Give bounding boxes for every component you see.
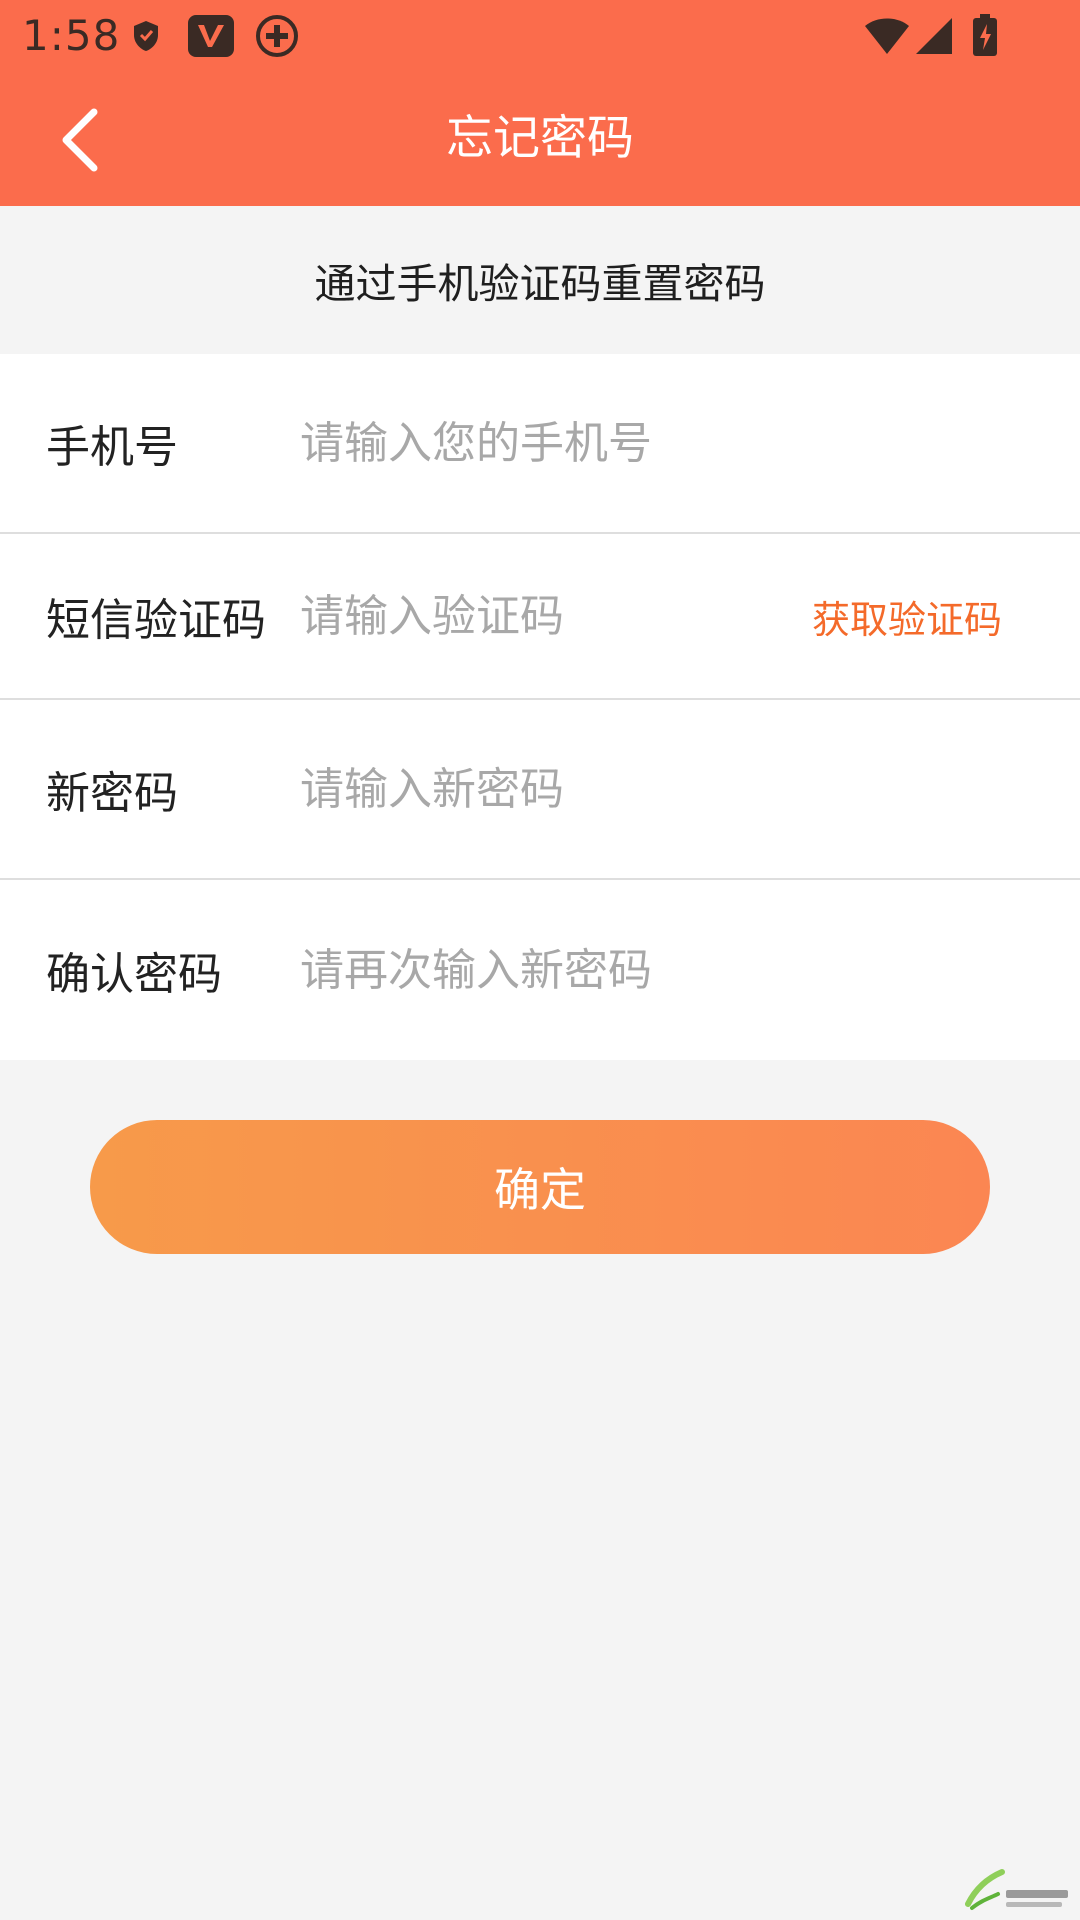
confirm-password-label: 确认密码 [46, 949, 222, 1000]
section-title: 通过手机验证码重置密码 [0, 206, 1080, 354]
wifi-icon [862, 12, 912, 60]
status-bar: 1:58 [0, 0, 1080, 72]
new-password-label: 新密码 [46, 768, 178, 819]
battery-charging-icon [968, 12, 1002, 60]
sms-code-label: 短信验证码 [46, 595, 266, 646]
get-code-button[interactable]: 获取验证码 [812, 534, 1002, 698]
phone-input[interactable] [300, 354, 800, 532]
signal-icon [912, 12, 956, 60]
confirm-password-input[interactable] [300, 880, 800, 1060]
app-bar: 忘记密码 [0, 72, 1080, 206]
confirm-button[interactable]: 确定 [90, 1120, 990, 1254]
phone-label: 手机号 [46, 422, 178, 473]
sms-code-row: 短信验证码 获取验证码 [0, 534, 1080, 700]
new-password-row: 新密码 [0, 700, 1080, 880]
watermark-logo [952, 1854, 1072, 1914]
add-circle-icon [254, 12, 300, 60]
reset-password-form: 手机号 短信验证码 获取验证码 新密码 确认密码 [0, 354, 1080, 1060]
sms-code-input[interactable] [300, 534, 750, 698]
phone-row: 手机号 [0, 354, 1080, 534]
vivaldi-v-icon [188, 12, 234, 60]
confirm-password-row: 确认密码 [0, 880, 1080, 1060]
shield-icon [128, 12, 164, 60]
status-time: 1:58 [22, 11, 121, 60]
page-title: 忘记密码 [446, 111, 634, 166]
new-password-input[interactable] [300, 700, 800, 878]
